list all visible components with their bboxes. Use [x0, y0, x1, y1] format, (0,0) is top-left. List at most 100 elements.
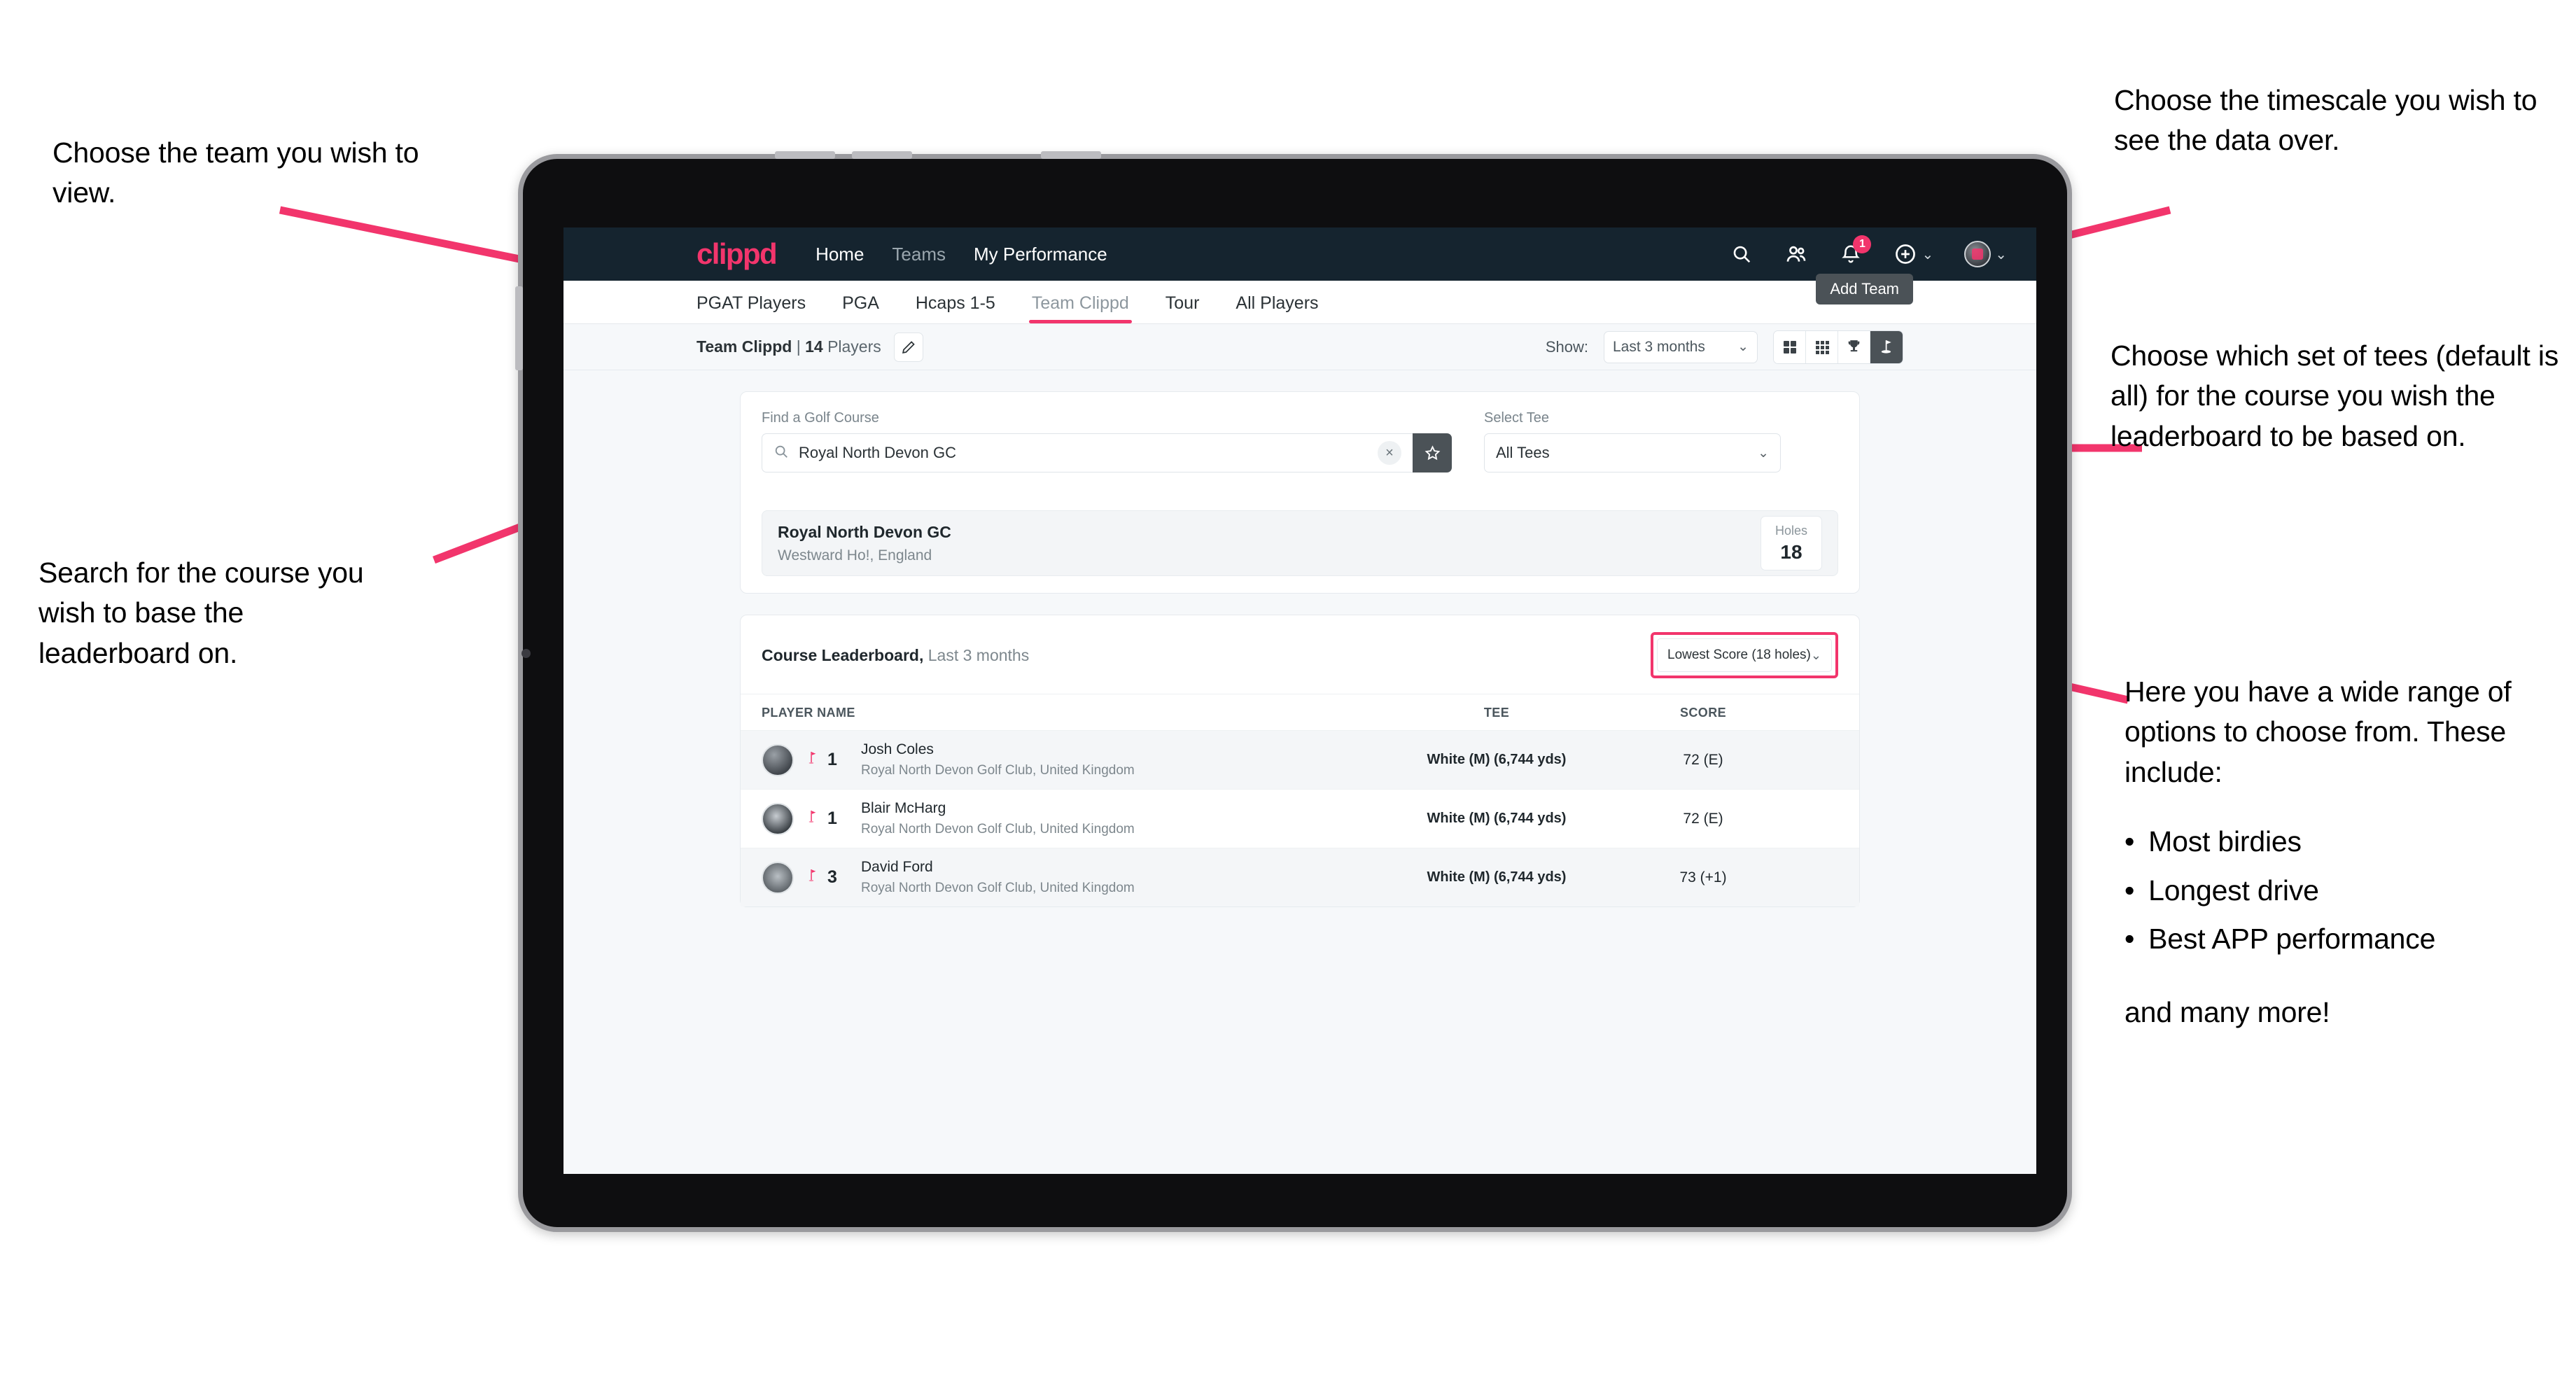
primary-nav: Home Teams My Performance [816, 244, 1107, 265]
holes-badge: Holes 18 [1760, 516, 1822, 570]
annotation-option-label: Best APP performance [2148, 922, 2436, 955]
clippd-logo[interactable]: clippd [696, 237, 778, 271]
score-value: 72 (E) [1683, 751, 1723, 768]
bell-icon[interactable]: 1 [1839, 235, 1872, 266]
card-spacer [741, 576, 1859, 593]
nav-link-teams[interactable]: Teams [892, 244, 946, 265]
view-mode-group [1773, 330, 1903, 364]
course-result-row[interactable]: Royal North Devon GC Westward Ho!, Engla… [762, 510, 1838, 576]
search-field-row: Find a Golf Course Royal North Devon GC … [762, 410, 1838, 472]
leaderboard-sort-value: Lowest Score (18 holes) [1667, 648, 1811, 662]
team-players-word: Players [827, 337, 881, 356]
player-cell: 3 David Ford Royal North Devon Golf Club… [762, 859, 1378, 896]
nav-link-home[interactable]: Home [816, 244, 864, 265]
search-icon[interactable] [1730, 242, 1754, 266]
tab-all-players[interactable]: All Players [1236, 293, 1318, 323]
tee-value: White (M) (6,744 yds) [1427, 811, 1567, 826]
pencil-icon[interactable] [893, 332, 923, 362]
grid-2x2-view-button[interactable] [1774, 330, 1806, 363]
player-info: Blair McHarg Royal North Devon Golf Club… [861, 800, 1135, 837]
golf-flag-icon [804, 867, 820, 888]
toolbar-right: Show: Last 3 months ⌄ [1546, 330, 1903, 364]
leaderboard-sort-highlight: Lowest Score (18 holes) ⌄ [1651, 632, 1838, 678]
chevron-down-icon: ⌄ [1995, 246, 2007, 262]
column-header-tee: TEE [1483, 706, 1510, 720]
annotation-tees: Choose which set of tees (default is all… [2110, 340, 2559, 452]
clear-search-button[interactable]: × [1378, 441, 1401, 465]
player-info: David Ford Royal North Devon Golf Club, … [861, 859, 1135, 896]
leaderboard-title-main: Course Leaderboard, [762, 645, 924, 664]
table-row[interactable]: 1 Blair McHarg Royal North Devon Golf Cl… [741, 789, 1859, 848]
profile-menu[interactable]: ⌄ [1964, 241, 2007, 267]
camera-dot [522, 649, 531, 658]
tab-tour[interactable]: Tour [1166, 293, 1200, 323]
golf-flag-icon [804, 808, 820, 829]
tee-select-value: All Tees [1496, 444, 1550, 461]
people-icon[interactable] [1784, 242, 1808, 266]
tee-field-label: Select Tee [1484, 410, 1550, 426]
annotation-option-item: • Longest drive [2124, 871, 2566, 911]
add-menu[interactable]: ⌄ [1893, 242, 1933, 266]
annotation-options: Here you have a wide range of options to… [2124, 672, 2566, 1033]
player-name: Josh Coles [861, 741, 934, 757]
search-input-value: Royal North Devon GC [799, 444, 956, 461]
add-team-tooltip: Add Team [1816, 274, 1913, 304]
tee-value: White (M) (6,744 yds) [1427, 752, 1567, 767]
leaderboard-sort-select[interactable]: Lowest Score (18 holes) ⌄ [1657, 638, 1832, 672]
player-club: Royal North Devon Golf Club, United King… [861, 763, 1135, 778]
course-result-text: Royal North Devon GC Westward Ho!, Engla… [778, 523, 951, 564]
team-summary: Team Clippd | 14 Players [696, 337, 881, 356]
volume-button [775, 151, 835, 159]
timescale-value: Last 3 months [1613, 338, 1705, 355]
table-row[interactable]: 1 Josh Coles Royal North Devon Golf Club… [741, 730, 1859, 789]
golf-flag-icon [804, 750, 820, 770]
side-button [515, 286, 523, 370]
player-club: Royal North Devon Golf Club, United King… [861, 822, 1135, 836]
power-button-top [1041, 151, 1101, 159]
grid-3x3-view-button[interactable] [1806, 330, 1838, 363]
annotation-options-intro: Here you have a wide range of options to… [2124, 676, 2512, 788]
notification-badge: 1 [1853, 235, 1872, 253]
tab-team-clippd[interactable]: Team Clippd [1028, 293, 1132, 323]
chevron-down-icon: ⌄ [1758, 445, 1769, 461]
table-row[interactable]: 3 David Ford Royal North Devon Golf Club… [741, 848, 1859, 906]
course-field: Find a Golf Course Royal North Devon GC … [762, 410, 1452, 472]
star-icon[interactable] [1413, 433, 1452, 472]
tablet-device-frame: clippd Home Teams My Performance 1 ⌄ ⌄ P… [515, 151, 2072, 1232]
annotation-option-item: • Best APP performance [2124, 919, 2566, 959]
search-icon [774, 444, 789, 463]
team-player-count: 14 [805, 337, 823, 356]
avatar [762, 861, 794, 894]
course-result-location: Westward Ho!, England [778, 547, 932, 564]
annotation-options-list: • Most birdies • Longest drive • Best AP… [2124, 822, 2566, 959]
leaderboard-title: Course Leaderboard, Last 3 months [762, 646, 1029, 665]
team-name: Team Clippd [696, 337, 792, 356]
annotation-option-label: Most birdies [2148, 825, 2302, 858]
course-flag-view-button[interactable] [1870, 330, 1903, 363]
nav-link-my-performance[interactable]: My Performance [974, 244, 1107, 265]
player-name: David Ford [861, 859, 933, 875]
annotated-screenshot-page: Choose the team you wish to view. Choose… [0, 0, 2576, 1386]
annotation-option-item: • Most birdies [2124, 822, 2566, 862]
search-input[interactable]: Royal North Devon GC × [762, 433, 1413, 472]
tab-pga[interactable]: PGA [842, 293, 879, 323]
team-tabs: PGAT Players PGA Hcaps 1-5 Team Clippd T… [564, 274, 2036, 324]
tee-select[interactable]: All Tees ⌄ [1484, 433, 1781, 472]
course-leaderboard-card: Course Leaderboard, Last 3 months Lowest… [740, 615, 1860, 907]
tab-pgat-players[interactable]: PGAT Players [696, 293, 806, 323]
team-separator: | [796, 337, 801, 356]
timescale-select[interactable]: Last 3 months ⌄ [1604, 330, 1758, 363]
avatar [762, 743, 794, 776]
show-label: Show: [1545, 337, 1588, 356]
holes-label: Holes [1774, 523, 1808, 538]
rank-value: 1 [827, 750, 837, 769]
bullet-glyph: • [2124, 874, 2135, 906]
annotation-team: Choose the team you wish to view. [52, 136, 419, 209]
tab-hcaps-1-5[interactable]: Hcaps 1-5 [916, 293, 995, 323]
trophy-view-button[interactable] [1838, 330, 1870, 363]
plus-icon[interactable] [1893, 242, 1917, 266]
app-navbar: clippd Home Teams My Performance 1 ⌄ ⌄ [564, 227, 2036, 281]
rank-value: 1 [827, 808, 837, 828]
volume-button [852, 151, 912, 159]
avatar[interactable] [1964, 241, 1991, 267]
